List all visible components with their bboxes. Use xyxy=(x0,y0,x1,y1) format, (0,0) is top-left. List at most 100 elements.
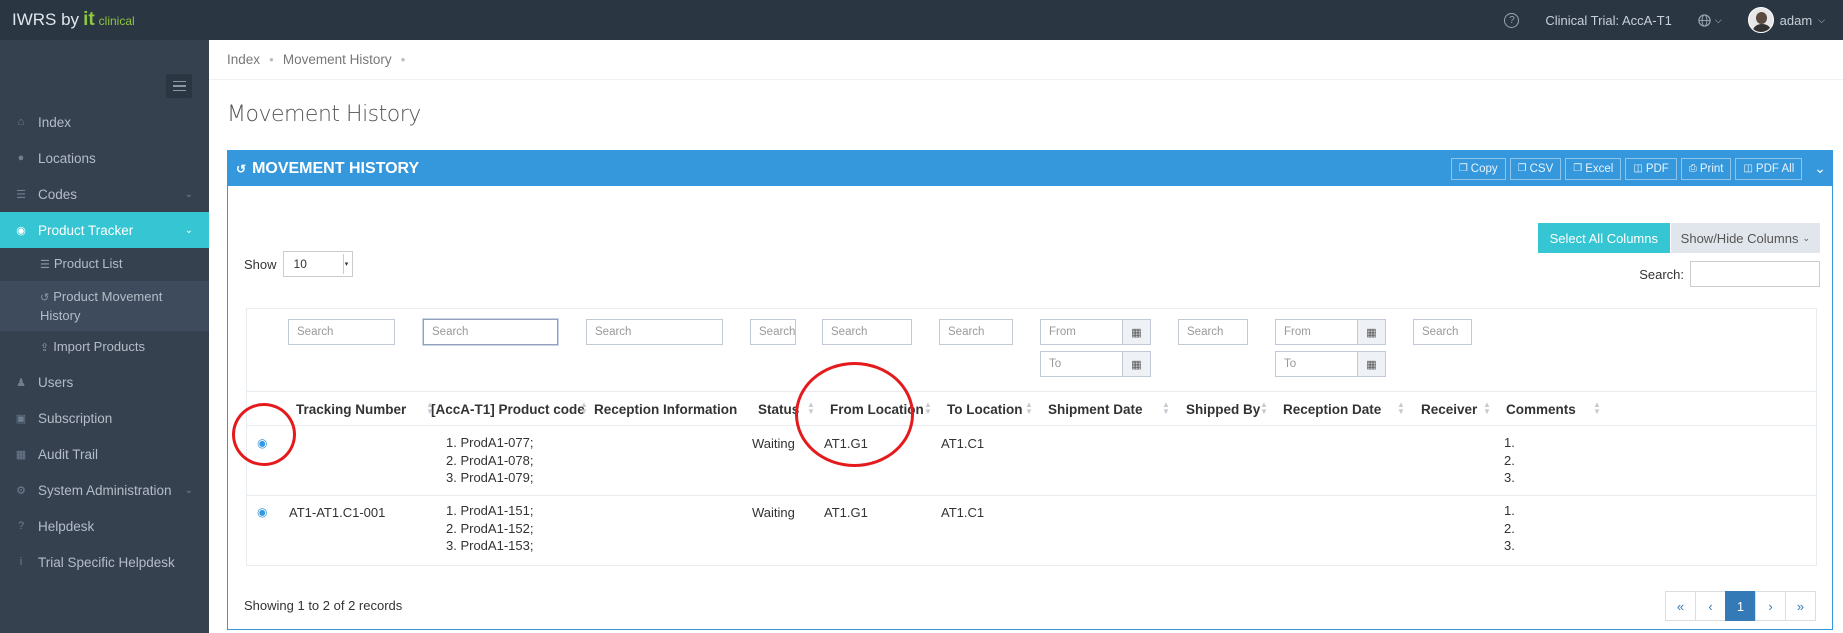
sort-icon[interactable]: ▲ ▼ xyxy=(1025,401,1033,416)
product-code-item: 3. ProdA1-153; xyxy=(446,538,534,553)
sort-icon[interactable]: ▲ ▼ xyxy=(1483,401,1491,416)
filter-shipment-date-to[interactable]: To xyxy=(1040,351,1123,377)
first-page-button[interactable]: « xyxy=(1665,591,1696,621)
print-button[interactable]: ⎙ Print xyxy=(1680,157,1732,180)
file-pdf-icon: ◫ xyxy=(1743,163,1753,174)
calendar-icon[interactable]: ▦ xyxy=(1123,319,1151,345)
excel-label: Excel xyxy=(1585,162,1614,175)
collapse-chevron-icon[interactable]: ⌄ xyxy=(1814,160,1826,177)
filter-shipment-date-from[interactable]: From xyxy=(1040,319,1123,345)
newspaper-icon: ▣ xyxy=(15,412,27,425)
clinical-trial-label[interactable]: Clinical Trial: AccA-T1 xyxy=(1545,13,1671,28)
sort-icon[interactable]: ▲ ▼ xyxy=(1162,401,1170,416)
sidebar-item-label: Helpdesk xyxy=(38,518,95,534)
sidebar-item-product-tracker[interactable]: ◉ Product Tracker ⌄ xyxy=(0,212,209,248)
sidebar-subitem-import-products[interactable]: ⇪ Import Products xyxy=(0,331,209,364)
calendar-icon[interactable]: ▦ xyxy=(1123,351,1151,377)
column-header-reception-information[interactable]: Reception Information xyxy=(594,392,737,426)
page-length-value: 10 xyxy=(293,257,307,271)
column-header-product-code[interactable]: [AccA-T1] Product code xyxy=(431,392,585,426)
show-hide-columns-button[interactable]: Show/Hide Columns ⌄ xyxy=(1670,223,1820,253)
sidebar-item-helpdesk[interactable]: ? Helpdesk xyxy=(0,508,209,544)
sidebar-item-audit-trail[interactable]: ▦ Audit Trail xyxy=(0,436,209,472)
sort-icon[interactable]: ▲ ▼ xyxy=(807,401,815,416)
sort-icon[interactable]: ▲ ▼ xyxy=(924,401,932,416)
filter-tracking-number[interactable]: Search xyxy=(288,319,395,345)
user-menu[interactable]: adam ⌵ xyxy=(1747,7,1825,33)
sort-icon[interactable]: ▲ ▼ xyxy=(1260,401,1268,416)
pdf-label: PDF xyxy=(1645,162,1669,175)
pdf-all-button[interactable]: ◫ PDF All xyxy=(1735,157,1803,180)
sidebar: ⌂ Index ● Locations ☰ Codes ⌄ ◉ Product Track… xyxy=(0,40,209,633)
search-input[interactable] xyxy=(1690,261,1820,287)
view-eye-icon[interactable]: ◉ xyxy=(257,505,267,519)
brand-logo[interactable]: IWRS by it clinical xyxy=(0,9,209,31)
copy-button[interactable]: ❐ Copy xyxy=(1450,157,1506,180)
breadcrumb-movement-history[interactable]: Movement History xyxy=(283,52,392,67)
column-header-shipped-by[interactable]: Shipped By xyxy=(1186,392,1260,426)
chevron-down-icon: ⌄ xyxy=(184,188,193,200)
sidebar-item-label: Trial Specific Helpdesk xyxy=(38,554,175,570)
column-header-tracking-number[interactable]: Tracking Number xyxy=(296,392,406,426)
breadcrumb-index[interactable]: Index xyxy=(227,52,260,67)
next-page-button[interactable]: › xyxy=(1755,591,1786,621)
help-icon[interactable]: ? xyxy=(1504,12,1520,28)
sidebar-subitem-product-movement-history[interactable]: ↺ Product Movement History xyxy=(0,281,209,331)
filter-status[interactable]: Search xyxy=(750,319,796,345)
select-all-columns-button[interactable]: Select All Columns xyxy=(1537,223,1670,253)
list-icon: ☰ xyxy=(16,188,26,201)
filter-to-location[interactable]: Search xyxy=(939,319,1013,345)
excel-button[interactable]: ❐ Excel xyxy=(1565,157,1622,180)
history-icon: ↺ xyxy=(236,161,247,176)
language-dropdown[interactable]: ⌵ xyxy=(1698,13,1722,27)
column-header-shipment-date[interactable]: Shipment Date xyxy=(1048,392,1143,426)
sidebar-subitem-label: Product List xyxy=(53,256,123,271)
filter-reception-date-to[interactable]: To xyxy=(1275,351,1358,377)
column-header-from-location[interactable]: From Location xyxy=(830,392,924,426)
sort-icon[interactable]: ▲ ▼ xyxy=(1593,401,1601,416)
user-name: adam xyxy=(1779,12,1813,28)
filter-product-code[interactable]: Search xyxy=(423,319,558,345)
main-content: Index ● Movement History ● Movement Hist… xyxy=(209,40,1843,633)
sidebar-item-locations[interactable]: ● Locations xyxy=(0,140,209,176)
calendar-icon[interactable]: ▦ xyxy=(1358,351,1386,377)
csv-button[interactable]: ❐ CSV xyxy=(1509,157,1562,180)
filter-reception-information[interactable]: Search xyxy=(586,319,723,345)
brand-prefix: IWRS by xyxy=(12,10,80,29)
last-page-button[interactable]: » xyxy=(1785,591,1816,621)
column-header-status[interactable]: Status xyxy=(758,392,799,426)
sidebar-item-subscription[interactable]: ▣ Subscription xyxy=(0,400,209,436)
previous-page-button[interactable]: ‹ xyxy=(1695,591,1726,621)
comment-item: 3. xyxy=(1504,470,1515,485)
copy-label: Copy xyxy=(1470,162,1498,175)
filter-from-location[interactable]: Search xyxy=(822,319,912,345)
filter-receiver[interactable]: Search xyxy=(1413,319,1472,345)
from-location-cell: AT1.G1 xyxy=(824,436,868,451)
sort-icon[interactable]: ▲ ▼ xyxy=(580,401,588,416)
view-eye-icon[interactable]: ◉ xyxy=(257,436,267,450)
movement-table: Search Search Search Search Search Searc… xyxy=(246,308,1817,566)
sidebar-item-system-administration[interactable]: ⚙ System Administration ⌄ xyxy=(0,472,209,508)
sort-icon[interactable]: ▲ ▼ xyxy=(1397,401,1405,416)
breadcrumb-separator-icon: ● xyxy=(269,55,274,64)
sidebar-item-users[interactable]: ♟ Users xyxy=(0,364,209,400)
sidebar-item-label: System Administration xyxy=(38,482,172,498)
page-1-button[interactable]: 1 xyxy=(1725,591,1756,621)
brand-clinical: clinical xyxy=(98,14,135,28)
sidebar-toggle-button[interactable] xyxy=(166,74,192,98)
column-header-comments[interactable]: Comments xyxy=(1506,392,1576,426)
filter-shipped-by[interactable]: Search xyxy=(1178,319,1248,345)
sidebar-subitem-product-list[interactable]: ☰ Product List xyxy=(0,248,209,281)
sidebar-item-trial-specific-helpdesk[interactable]: i Trial Specific Helpdesk xyxy=(0,544,209,580)
breadcrumb: Index ● Movement History ● xyxy=(209,40,1843,80)
page-length-select[interactable]: 10 ▾ xyxy=(282,251,353,277)
sidebar-item-codes[interactable]: ☰ Codes ⌄ xyxy=(0,176,209,212)
column-header-reception-date[interactable]: Reception Date xyxy=(1283,392,1381,426)
column-header-receiver[interactable]: Receiver xyxy=(1421,392,1477,426)
comments-cell: 1. 2. 3. xyxy=(1504,434,1515,487)
sidebar-item-index[interactable]: ⌂ Index xyxy=(0,104,209,140)
filter-reception-date-from[interactable]: From xyxy=(1275,319,1358,345)
pdf-button[interactable]: ◫ PDF xyxy=(1625,157,1677,180)
column-header-to-location[interactable]: To Location xyxy=(947,392,1023,426)
calendar-icon[interactable]: ▦ xyxy=(1358,319,1386,345)
